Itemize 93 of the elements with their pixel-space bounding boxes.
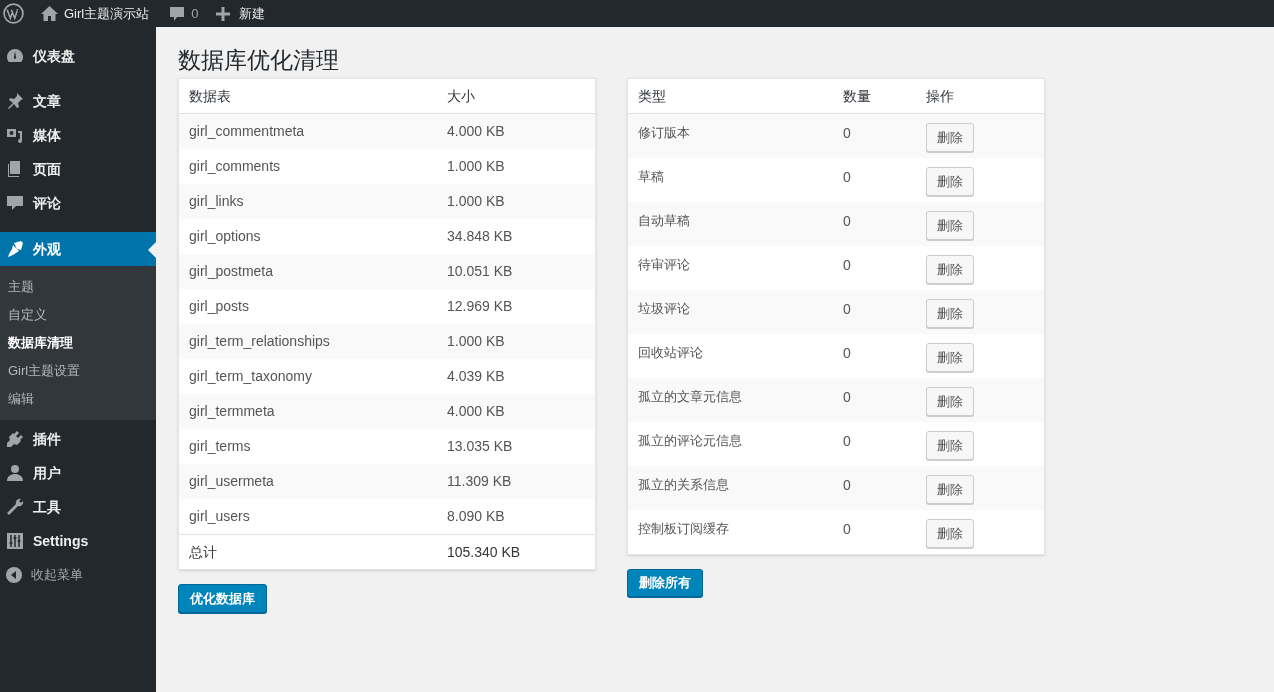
table-cell-text: 1.000 KB (447, 157, 506, 176)
table-cell-text: 12.969 KB (447, 297, 514, 316)
table-cell-text: girl_commentmeta (188, 122, 306, 141)
column-header: 操作 (926, 86, 955, 106)
table-cell-text: 0 (843, 124, 852, 143)
menu-item[interactable]: Settings (0, 524, 156, 558)
submenu-item[interactable]: 编辑 (0, 385, 156, 413)
submenu-item[interactable]: Girl主题设置 (0, 357, 156, 385)
submenu-item[interactable]: 自定义 (0, 301, 156, 329)
delete-button[interactable]: 删除 (926, 519, 974, 548)
table-cell-text: girl_options (188, 227, 262, 246)
menu-item[interactable]: 媒体 (0, 118, 156, 152)
table-cell-text: 待审评论 (637, 256, 691, 274)
table-cell-text: 草稿 (637, 168, 665, 186)
page-title: 数据库优化清理 (178, 46, 339, 75)
optimize-database-button[interactable]: 优化数据库 (178, 584, 267, 613)
table-cell-text: 0 (843, 388, 852, 407)
table-cell-text: 0 (843, 344, 852, 363)
submenu-item[interactable]: 数据库清理 (0, 329, 156, 357)
table-cell-text: girl_postmeta (188, 262, 275, 281)
table-cell-text: 孤立的评论元信息 (637, 432, 743, 450)
table-cell-text: 13.035 KB (447, 437, 514, 456)
column-header: 大小 (447, 86, 476, 106)
table-cell-text: 0 (843, 212, 852, 231)
table-cell-text: girl_usermeta (188, 472, 275, 491)
user-icon (5, 463, 25, 483)
table-cell-text: 孤立的关系信息 (637, 476, 730, 494)
home-icon[interactable] (41, 6, 58, 21)
wrench-icon (5, 497, 25, 517)
table-cell-text: girl_termmeta (188, 402, 276, 421)
table-cell-text: 1.000 KB (447, 192, 506, 211)
table-cell-text: 0 (843, 256, 852, 275)
menu-item[interactable]: 仪表盘 (0, 39, 156, 73)
table-cell-text: 1.000 KB (447, 332, 506, 351)
table-cell-text: girl_term_relationships (188, 332, 331, 351)
wordpress-logo-icon[interactable] (3, 3, 24, 24)
table-cell-text: 垃圾评论 (637, 300, 691, 318)
menu-item[interactable]: 评论 (0, 186, 156, 220)
comment-icon[interactable] (169, 5, 186, 22)
delete-button[interactable]: 删除 (926, 255, 974, 284)
column-header: 类型 (637, 86, 667, 106)
table-cell-text: 0 (843, 476, 852, 495)
delete-button[interactable]: 删除 (926, 387, 974, 416)
plus-icon[interactable] (216, 6, 231, 21)
table-cell-text: 0 (843, 432, 852, 451)
menu-item[interactable]: 插件 (0, 422, 156, 456)
table-cell-text: 总计 (188, 542, 218, 562)
delete-button[interactable]: 删除 (926, 123, 974, 152)
table-cell-text: 4.000 KB (447, 402, 506, 421)
site-name-link[interactable]: Girl主题演示站 (64, 3, 150, 24)
menu-item[interactable]: 外观 (0, 232, 156, 266)
table-cell-text: 控制板订阅缓存 (637, 520, 730, 538)
delete-button[interactable]: 删除 (926, 431, 974, 460)
table-cell-text: girl_posts (188, 297, 250, 316)
comment-icon (5, 193, 25, 213)
menu-item[interactable]: 用户 (0, 456, 156, 490)
menu-item[interactable]: 页面 (0, 152, 156, 186)
collapse-menu-button[interactable]: 收起菜单 (0, 558, 156, 592)
table-cell-text: 4.000 KB (447, 122, 506, 141)
table-cell-text: 11.309 KB (447, 472, 513, 491)
delete-button[interactable]: 删除 (926, 211, 974, 240)
column-header: 数量 (843, 86, 872, 106)
table-cell-text: girl_comments (188, 157, 282, 176)
new-link[interactable]: 新建 (239, 3, 266, 24)
table-cell-text: 0 (843, 520, 852, 539)
delete-button[interactable]: 删除 (926, 167, 974, 196)
paintbrush-icon (5, 239, 25, 259)
comment-count[interactable]: 0 (191, 3, 199, 24)
table-cell-text: 自动草稿 (637, 212, 691, 230)
menu-item[interactable]: 工具 (0, 490, 156, 524)
menu-item[interactable]: 文章 (0, 84, 156, 118)
table-cell-text: 孤立的文章元信息 (637, 388, 743, 406)
table-cell-text: girl_term_taxonomy (188, 367, 313, 386)
table-cell-text: 修订版本 (637, 124, 691, 142)
table-cell-text: 回收站评论 (637, 344, 704, 362)
table-cell-text: 10.051 KB (447, 262, 514, 281)
delete-all-button[interactable]: 删除所有 (627, 569, 703, 597)
table-cell-text: girl_links (188, 192, 245, 211)
table-cell-text: 105.340 KB (447, 542, 522, 562)
table-cell-text: 34.848 KB (447, 227, 514, 246)
table-cell-text: 4.039 KB (447, 367, 506, 386)
table-cell-text: 0 (843, 168, 852, 187)
delete-button[interactable]: 删除 (926, 343, 974, 372)
column-header: 数据表 (188, 86, 232, 106)
delete-button[interactable]: 删除 (926, 299, 974, 328)
sliders-icon (5, 531, 25, 551)
table-cell-text: 8.090 KB (447, 507, 506, 526)
table-cell-text: 0 (843, 300, 852, 319)
table-cell-text: girl_terms (188, 437, 252, 456)
delete-button[interactable]: 删除 (926, 475, 974, 504)
submenu-item[interactable]: 主题 (0, 273, 156, 301)
table-cell-text: girl_users (188, 507, 251, 526)
plug-icon (5, 429, 25, 449)
